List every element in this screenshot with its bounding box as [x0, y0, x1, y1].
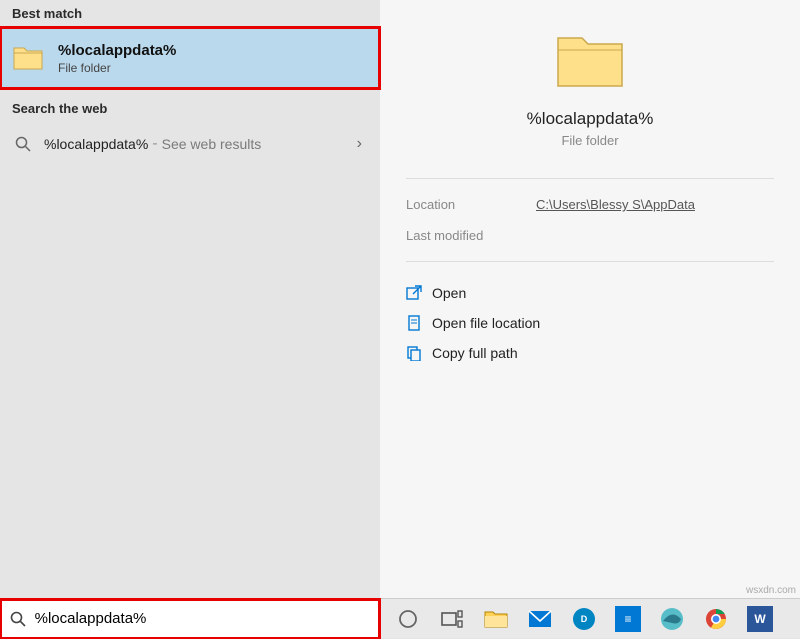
- result-title: %localappdata%: [58, 42, 176, 59]
- action-open-location-label: Open file location: [432, 315, 540, 331]
- file-explorer-button[interactable]: [474, 599, 518, 639]
- word-button[interactable]: W: [738, 599, 782, 639]
- web-result[interactable]: %localappdata% - See web results ›: [0, 122, 380, 166]
- action-open-location[interactable]: Open file location: [398, 308, 782, 338]
- preview-subtitle: File folder: [380, 133, 800, 148]
- folder-icon-large: [554, 30, 626, 95]
- web-term: %localappdata%: [44, 136, 148, 152]
- location-value[interactable]: C:\Users\Blessy S\AppData: [536, 197, 695, 212]
- edge-legacy-button[interactable]: [650, 599, 694, 639]
- divider: [406, 178, 774, 179]
- divider: [406, 261, 774, 262]
- chrome-button[interactable]: [694, 599, 738, 639]
- chevron-right-icon: ›: [357, 135, 368, 153]
- search-web-header: Search the web: [0, 95, 380, 122]
- mail-button[interactable]: [518, 599, 562, 639]
- best-match-text: %localappdata% File folder: [58, 42, 176, 75]
- taskbar-search-box[interactable]: [0, 599, 380, 639]
- best-match-header: Best match: [0, 0, 380, 27]
- task-view-button[interactable]: [430, 599, 474, 639]
- action-open-label: Open: [432, 285, 466, 301]
- location-label: Location: [406, 197, 536, 212]
- preview-panel: %localappdata% File folder Location C:\U…: [380, 0, 800, 598]
- results-panel: Best match %localappdata% File folder Se…: [0, 0, 380, 598]
- action-open[interactable]: Open: [398, 278, 782, 308]
- dell-app-button[interactable]: D: [562, 599, 606, 639]
- location-row: Location C:\Users\Blessy S\AppData: [380, 189, 800, 220]
- watermark: wsxdn.com: [746, 585, 796, 596]
- result-subtitle: File folder: [58, 61, 176, 75]
- best-match-result[interactable]: %localappdata% File folder: [0, 27, 380, 89]
- action-copy-path-label: Copy full path: [432, 345, 518, 361]
- taskbar: D ≡ W: [0, 598, 800, 638]
- cortana-button[interactable]: [386, 599, 430, 639]
- preview-title: %localappdata%: [380, 109, 800, 129]
- open-icon: [406, 285, 432, 301]
- web-hint: See web results: [162, 136, 262, 152]
- modified-row: Last modified: [380, 220, 800, 251]
- store-button[interactable]: ≡: [606, 599, 650, 639]
- search-input[interactable]: [35, 610, 370, 627]
- action-copy-path[interactable]: Copy full path: [398, 338, 782, 368]
- file-location-icon: [406, 315, 432, 331]
- modified-label: Last modified: [406, 228, 536, 243]
- search-icon: [10, 611, 29, 627]
- search-icon: [12, 136, 34, 152]
- copy-icon: [406, 345, 432, 361]
- folder-icon: [12, 42, 44, 74]
